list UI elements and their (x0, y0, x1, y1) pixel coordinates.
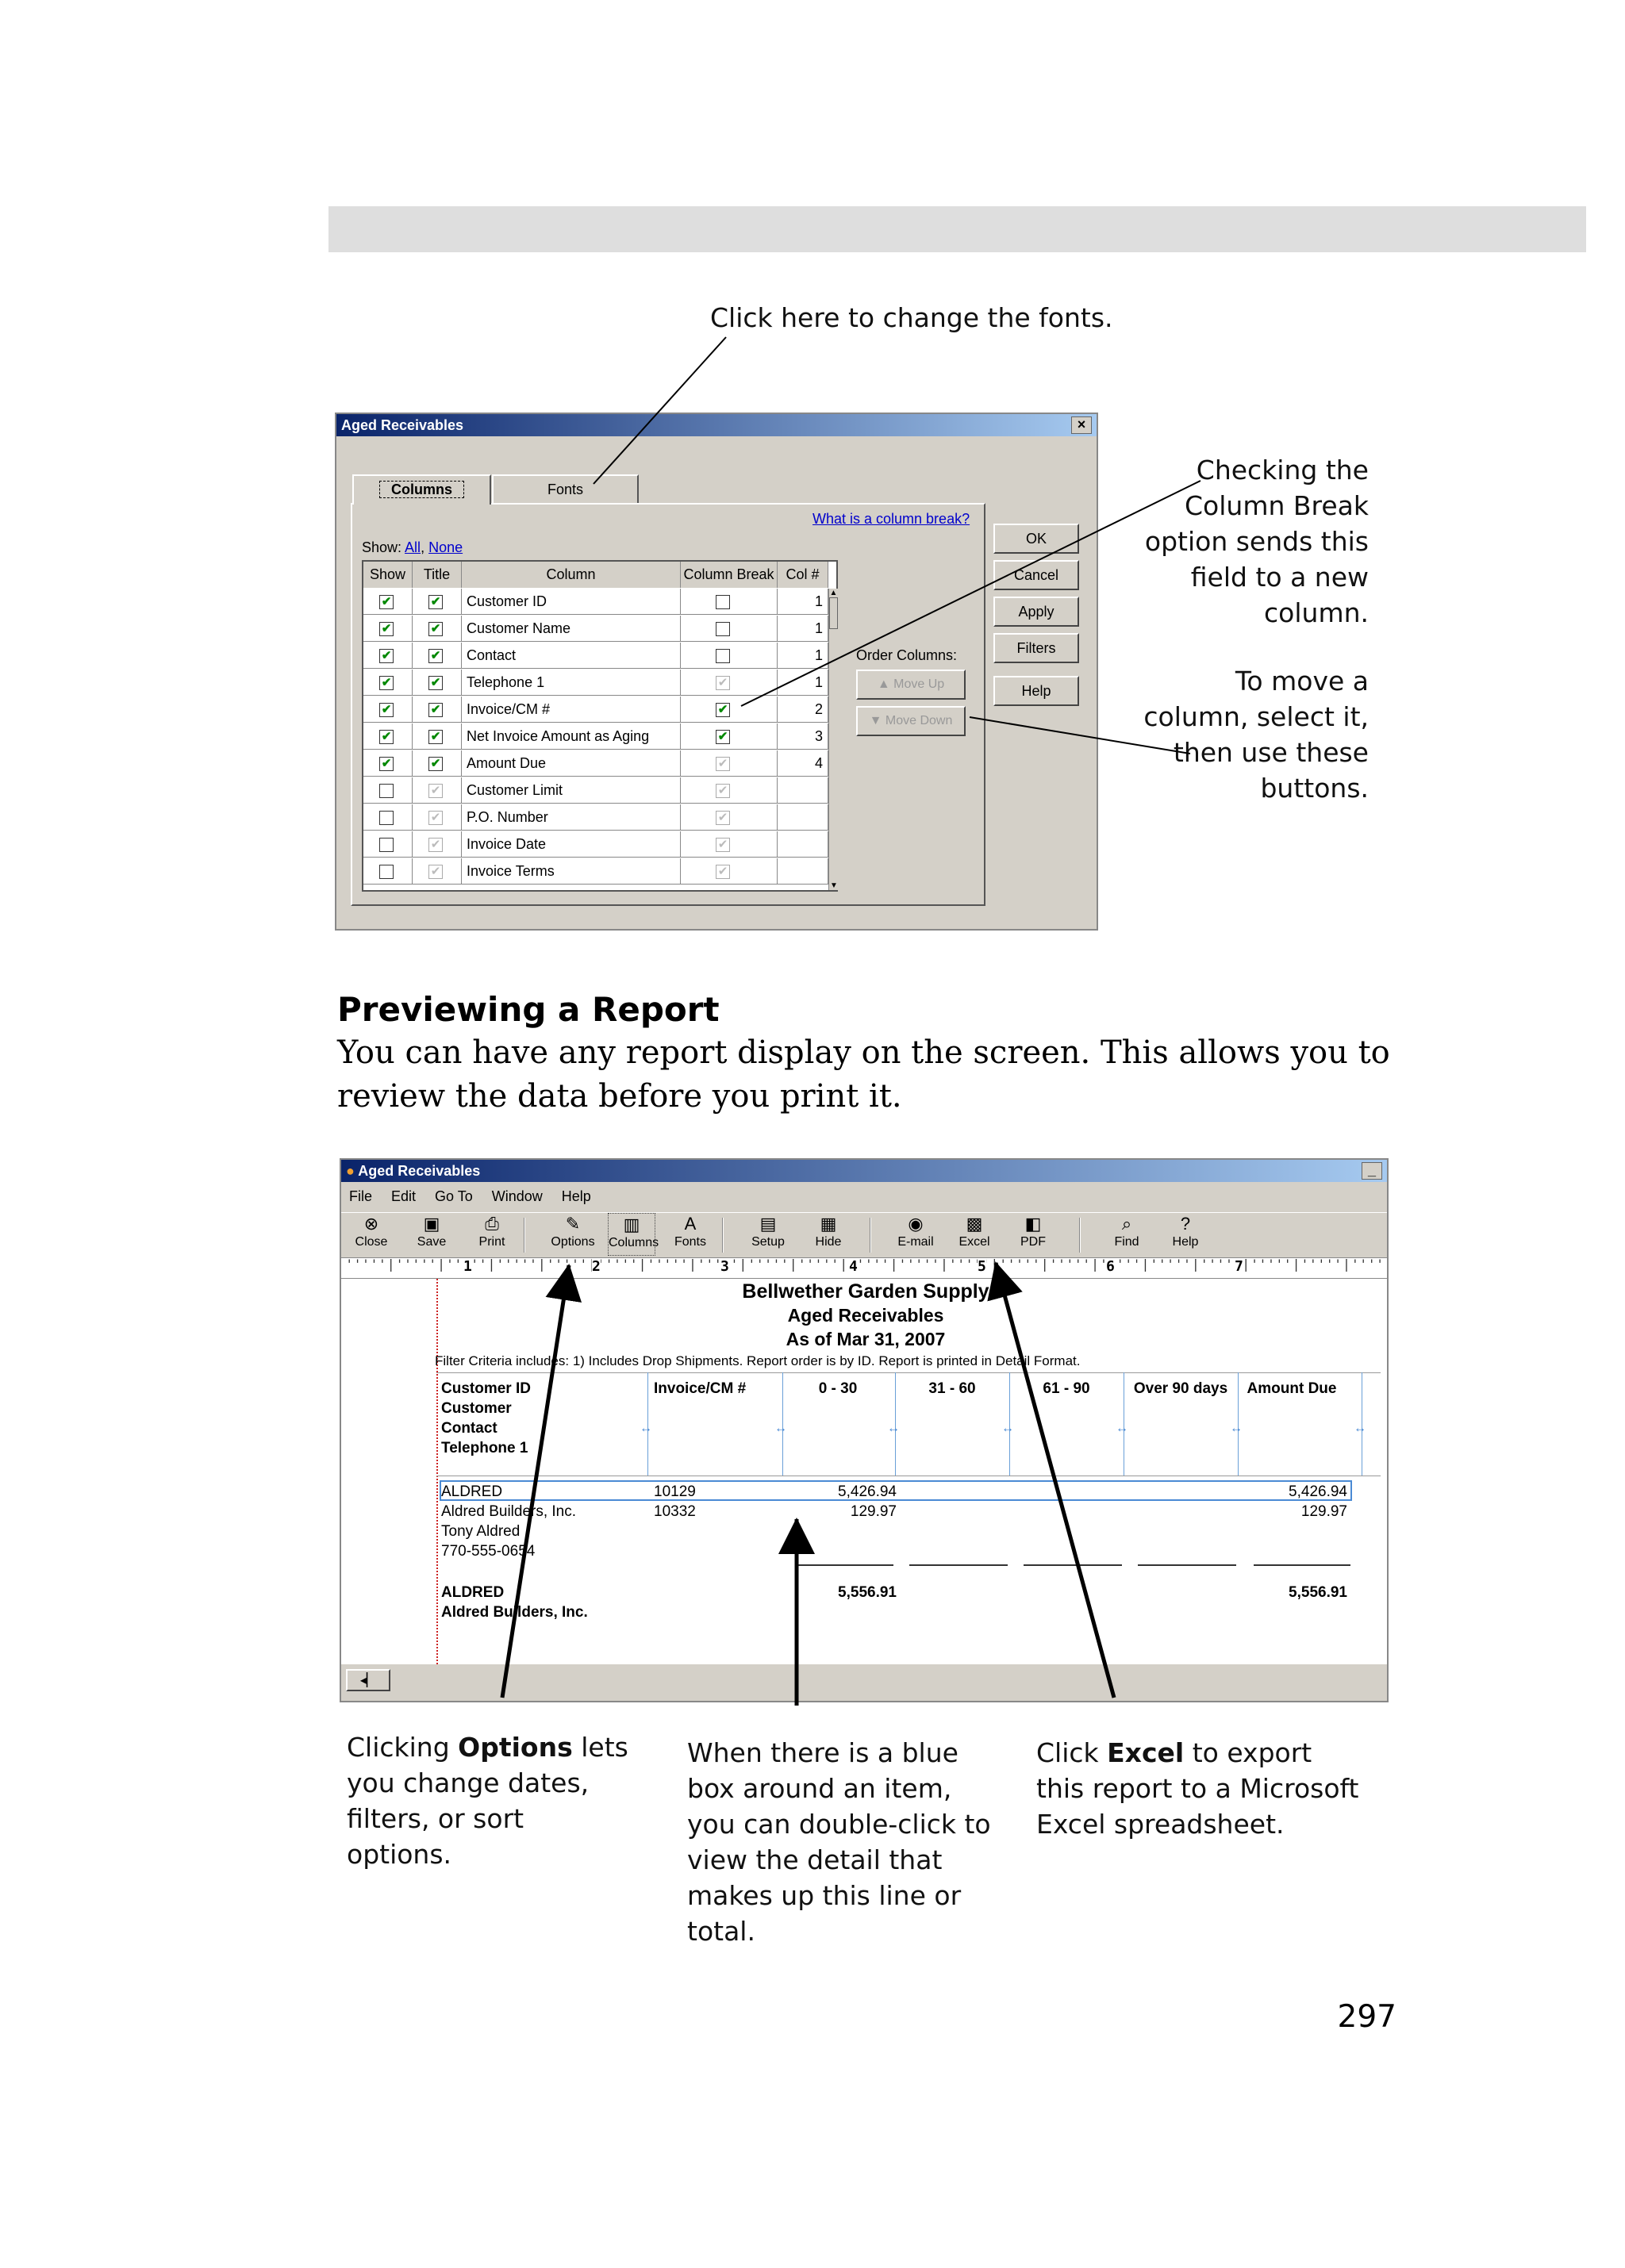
tab-columns[interactable]: Columns (352, 474, 491, 505)
leader-move-buttons (969, 716, 1191, 754)
tab-columns-label: Columns (378, 481, 464, 498)
leader-column-break (740, 480, 1201, 707)
callout-leaders (500, 336, 1201, 1706)
leader-fonts (593, 336, 727, 485)
arrow-excel (987, 1261, 1116, 1698)
arrow-options (500, 1264, 582, 1698)
